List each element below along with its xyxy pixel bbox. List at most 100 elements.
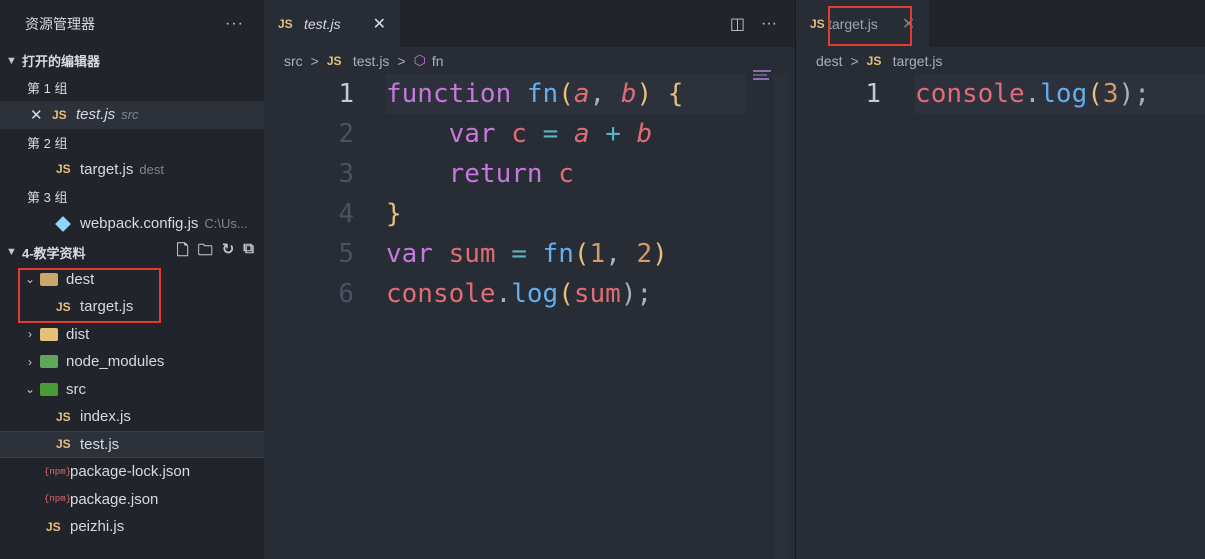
line-number: 3 [338, 159, 354, 189]
js-file-icon: JS [866, 53, 882, 68]
tree-item-label: dist [66, 325, 90, 343]
code-line: 6 console.log(sum); [264, 274, 795, 314]
editor-group-label: 第 1 组 [27, 81, 68, 96]
open-editor-item[interactable]: ✕ JS test.js src [0, 101, 264, 129]
tab-test-js[interactable]: JS test.js ✕ [264, 0, 400, 47]
breadcrumb-separator: > [850, 52, 859, 69]
breadcrumb-file[interactable]: test.js [353, 53, 390, 69]
tree-item-src[interactable]: ⌄ src [0, 376, 264, 404]
open-editors-section[interactable]: ▼ 打开的编辑器 [0, 47, 264, 74]
open-editor-path: dest [139, 161, 164, 177]
tab-bar: JS test.js ✕ ◫ ··· [264, 0, 795, 47]
breadcrumb: dest > JS target.js [796, 47, 1205, 74]
tree-item-package-json[interactable]: {npm} package.json [0, 486, 264, 514]
chevron-right-icon: › [28, 354, 32, 369]
code-editor[interactable]: 1 console.log(3); [796, 74, 1205, 114]
workspace-actions: 🗋 🗀 ↻ ⧉ [177, 240, 264, 265]
code-text: console.log(sum); [386, 279, 653, 309]
code-line: 5 var sum = fn(1, 2) [264, 234, 795, 274]
breadcrumb-separator: > [397, 52, 406, 69]
src-folder-icon [40, 382, 58, 396]
js-file-icon: JS [810, 16, 825, 31]
tree-item-label: test.js [80, 435, 120, 453]
line-number: 1 [338, 79, 354, 109]
code-line: 4 } [264, 194, 795, 234]
open-editor-item[interactable]: JS target.js dest [0, 156, 264, 184]
code-text: console.log(3); [915, 74, 1205, 114]
more-actions-icon[interactable]: ··· [225, 15, 244, 33]
tree-item-node-modules[interactable]: › node_modules [0, 348, 264, 376]
node-folder-icon [40, 355, 58, 369]
js-file-icon: JS [46, 519, 61, 534]
breadcrumb-folder[interactable]: dest [816, 53, 842, 69]
code-line: 1 function fn(a, b) { [264, 74, 795, 114]
breadcrumb-folder[interactable]: src [284, 53, 303, 69]
editor-group-label: 第 2 组 [27, 135, 68, 151]
chevron-right-icon: › [28, 327, 32, 342]
code-line: 3 return c [264, 154, 795, 194]
code-text: function fn(a, b) { [386, 74, 746, 114]
npm-icon: {npm} [44, 466, 72, 477]
code-editor[interactable]: 1 function fn(a, b) { 2 var c = a + b 3 … [264, 74, 795, 314]
js-file-icon: JS [326, 53, 342, 68]
explorer-header: 资源管理器 ··· [0, 0, 264, 47]
new-folder-icon[interactable]: 🗀 [198, 240, 213, 265]
js-file-icon: JS [56, 409, 71, 424]
tree-item-label: src [66, 380, 86, 398]
editor-group-1: JS test.js ✕ ◫ ··· src > JS test.js > ⬡ … [264, 0, 795, 559]
open-editor-filename: target.js [80, 160, 134, 178]
code-line: 1 console.log(3); [796, 74, 1205, 114]
open-editor-path: C:\Us... [204, 216, 248, 232]
tab-label: test.js [304, 15, 341, 32]
close-icon[interactable]: ✕ [373, 14, 386, 34]
js-file-icon: JS [56, 162, 71, 177]
line-number: 4 [338, 199, 354, 229]
new-file-icon[interactable]: 🗋 [177, 240, 189, 265]
code-text: return c [448, 159, 574, 189]
folder-icon [40, 327, 58, 341]
code-text: var sum = fn(1, 2) [386, 239, 668, 269]
highlight-box-dest [18, 268, 161, 323]
more-actions-icon[interactable]: ··· [761, 15, 777, 33]
chevron-down-icon: ▼ [6, 246, 17, 258]
minimap[interactable] [753, 70, 773, 90]
function-symbol-icon: ⬡ [413, 52, 426, 68]
tree-item-label: package-lock.json [70, 463, 191, 481]
breadcrumb-file[interactable]: target.js [893, 53, 943, 69]
js-file-icon: JS [52, 107, 67, 122]
chevron-down-icon: ⌄ [24, 382, 36, 397]
open-editors-title: 打开的编辑器 [22, 54, 101, 69]
line-number: 1 [865, 79, 882, 109]
js-file-icon: JS [278, 16, 293, 31]
open-editor-filename: test.js [76, 106, 116, 124]
js-file-icon: JS [56, 437, 71, 452]
breadcrumb-separator: > [310, 52, 319, 69]
workspace-title: 4-教学资料 [22, 245, 86, 261]
highlight-box-tab [828, 6, 912, 46]
editor-actions: ◫ ··· [730, 0, 795, 47]
split-editor-icon[interactable]: ◫ [730, 14, 745, 34]
line-number: 6 [338, 279, 354, 309]
collapse-all-icon[interactable]: ⧉ [243, 240, 254, 265]
workspace-section[interactable]: ▼ 4-教学资料 🗋 🗀 ↻ ⧉ [0, 239, 264, 266]
breadcrumb-symbol[interactable]: fn [432, 53, 444, 69]
code-text: var c = a + b [448, 119, 653, 149]
tree-item-label: index.js [80, 408, 131, 426]
vertical-scrollbar[interactable] [774, 74, 788, 559]
editor-group-label: 第 3 组 [27, 190, 68, 205]
tree-item-dist[interactable]: › dist [0, 321, 264, 349]
line-number: 2 [338, 119, 354, 149]
tree-item-label: node_modules [66, 353, 165, 371]
tree-item-test-js[interactable]: JS test.js [0, 430, 264, 458]
open-editor-item[interactable]: webpack.config.js C:\Us... [0, 210, 264, 238]
tree-item-index-js[interactable]: JS index.js [0, 403, 264, 431]
npm-icon: {npm} [44, 494, 72, 505]
tree-item-package-lock-json[interactable]: {npm} package-lock.json [0, 458, 264, 486]
tree-item-peizhi-js[interactable]: JS peizhi.js [0, 513, 264, 541]
close-icon[interactable]: ✕ [30, 106, 52, 124]
explorer-title: 资源管理器 [25, 15, 95, 32]
open-editor-filename: webpack.config.js [80, 215, 199, 233]
line-number: 5 [338, 239, 354, 269]
refresh-icon[interactable]: ↻ [222, 240, 235, 265]
code-line: 2 var c = a + b [264, 114, 795, 154]
